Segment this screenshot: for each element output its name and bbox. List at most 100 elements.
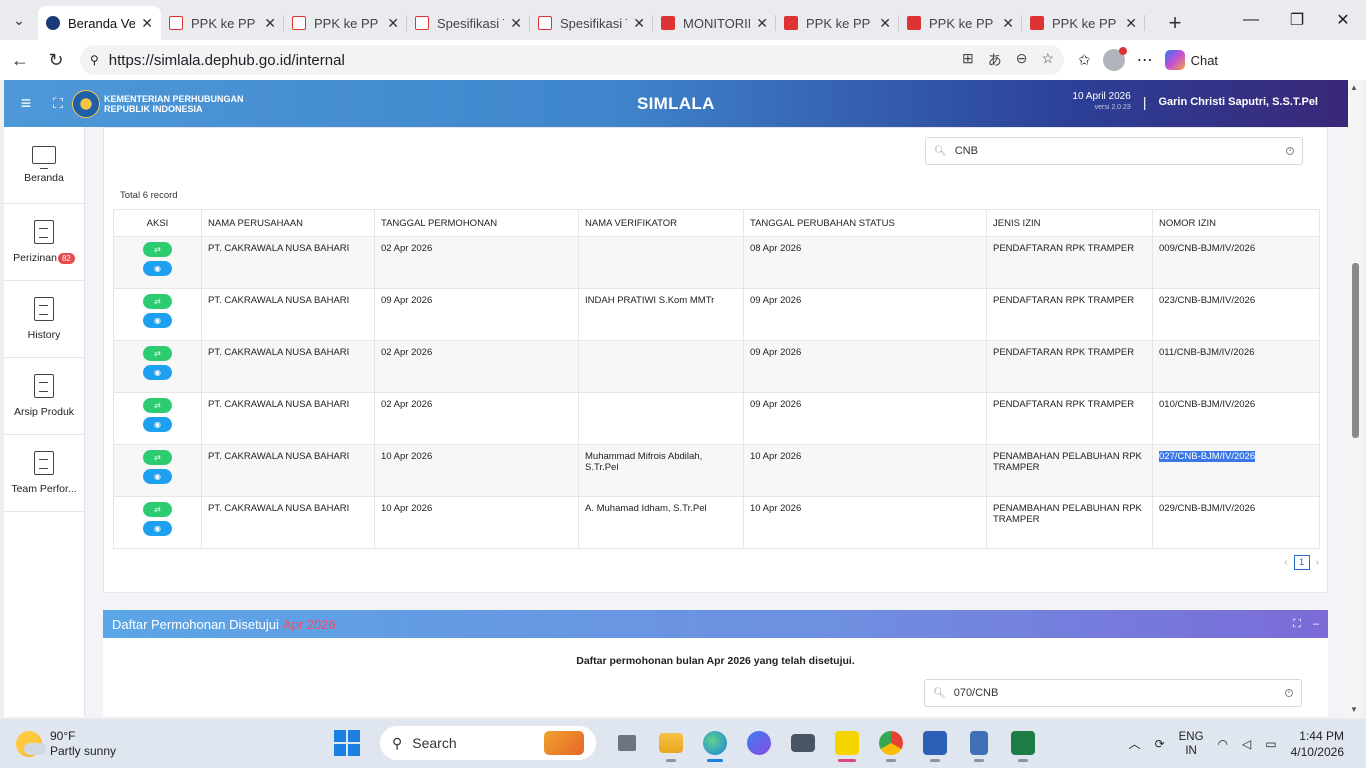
word-app[interactable] [916, 724, 954, 762]
calculator-app[interactable] [960, 724, 998, 762]
view-button[interactable]: ◉ [143, 365, 172, 380]
restore-button[interactable]: ❐ [1274, 0, 1320, 40]
taskbar-search[interactable]: ⚲ Search [380, 726, 596, 760]
current-page[interactable]: 1 [1293, 555, 1310, 570]
change-status-button[interactable]: ⇄ [143, 450, 172, 465]
volume-icon[interactable]: ◁ [1242, 737, 1251, 751]
fullscreen-button[interactable]: ⛶ [48, 95, 68, 112]
sidebar-item-arsip-produk[interactable]: Arsip Produk [4, 358, 84, 435]
user-name[interactable]: Garin Christi Saputri, S.S.T.Pel [1158, 96, 1318, 108]
wifi-icon[interactable]: ◠ [1218, 737, 1228, 751]
scrollbar-thumb[interactable] [1352, 263, 1359, 438]
edge-app[interactable] [696, 724, 734, 762]
permit-number[interactable]: 023/CNB-BJM/IV/2026 [1159, 295, 1255, 306]
view-button[interactable]: ◉ [143, 261, 172, 276]
minimize-button[interactable]: — [1228, 0, 1274, 40]
chevron-up-icon[interactable]: ︿ [1129, 735, 1141, 752]
close-tab-icon[interactable]: ✕ [1125, 15, 1137, 32]
expand-icon[interactable]: ⛶ [1293, 618, 1301, 631]
zoom-icon[interactable]: ⊖ [1016, 50, 1028, 70]
permit-number[interactable]: 029/CNB-BJM/IV/2026 [1159, 503, 1255, 514]
clear-search-icon[interactable]: × [1286, 147, 1294, 155]
browser-tab[interactable]: PPK ke PP Pelabuhan ✕ [284, 6, 407, 40]
copilot-app[interactable] [740, 724, 778, 762]
close-tab-icon[interactable]: ✕ [879, 15, 891, 32]
close-tab-icon[interactable]: ✕ [264, 15, 276, 32]
browser-tab[interactable]: PPK ke PP Pelabuhan ✕ [161, 6, 284, 40]
close-tab-icon[interactable]: ✕ [633, 15, 645, 32]
browser-tab[interactable]: PPK ke PP Pelabuhan ✕ [1022, 6, 1145, 40]
weather-widget[interactable]: 90°F Partly sunny [16, 729, 116, 759]
reload-button[interactable]: ↻ [38, 42, 74, 78]
close-window-button[interactable]: ✕ [1320, 0, 1366, 40]
view-button[interactable]: ◉ [143, 521, 172, 536]
browser-tab[interactable]: MONITORING ✕ [653, 6, 776, 40]
prev-page-icon[interactable]: ‹ [1284, 557, 1287, 568]
hamburger-menu-button[interactable]: ≡ [4, 93, 48, 114]
site-info-icon[interactable]: ⚲ [90, 53, 99, 67]
start-button[interactable] [334, 730, 360, 756]
apps-icon[interactable]: ⊞ [962, 50, 974, 70]
scroll-up-icon[interactable]: ▲ [1350, 83, 1358, 92]
language-indicator[interactable]: ENG IN [1179, 730, 1204, 758]
change-status-button[interactable]: ⇄ [143, 346, 172, 361]
close-tab-icon[interactable]: ✕ [1002, 15, 1014, 32]
change-status-button[interactable]: ⇄ [143, 398, 172, 413]
page-scrollbar[interactable]: ▲ ▼ [1348, 80, 1362, 717]
tab-actions-menu[interactable]: ⌄ [0, 0, 38, 40]
translate-icon[interactable]: あ [988, 50, 1002, 70]
new-tab-button[interactable]: + [1155, 6, 1195, 40]
url-field[interactable]: ⚲ https://simlala.dephub.go.id/internal … [80, 45, 1064, 75]
more-menu-icon[interactable]: ⋯ [1137, 50, 1153, 70]
favorite-star-icon[interactable]: ☆ [1041, 50, 1054, 70]
browser-tab[interactable]: Beranda Verifikator ✕ [38, 6, 161, 40]
sidebar-item-beranda[interactable]: Beranda [4, 127, 84, 204]
file-explorer-app[interactable] [652, 724, 690, 762]
excel-app[interactable] [1004, 724, 1042, 762]
browser-tab[interactable]: PPK ke PP Pelabuhan ✕ [899, 6, 1022, 40]
close-tab-icon[interactable]: ✕ [510, 15, 522, 32]
task-view-app[interactable] [608, 724, 646, 762]
change-status-button[interactable]: ⇄ [143, 294, 172, 309]
back-button[interactable]: ← [2, 42, 38, 78]
collapse-icon[interactable]: – [1313, 618, 1319, 631]
column-header[interactable]: NOMOR IZIN [1152, 209, 1320, 237]
camera-app[interactable] [784, 724, 822, 762]
next-page-icon[interactable]: › [1316, 557, 1319, 568]
column-header[interactable]: AKSI [113, 209, 202, 237]
column-header[interactable]: TANGGAL PERMOHONAN [374, 209, 579, 237]
view-button[interactable]: ◉ [143, 417, 172, 432]
clock[interactable]: 1:44 PM 4/10/2026 [1291, 728, 1344, 760]
change-status-button[interactable]: ⇄ [143, 242, 172, 257]
sidebar-item-history[interactable]: History [4, 281, 84, 358]
browser-tab[interactable]: PPK ke PP Pelabuhan ✕ [776, 6, 899, 40]
column-header[interactable]: NAMA PERUSAHAAN [201, 209, 375, 237]
search-input[interactable]: 🔍︎ 070/CNB × [924, 679, 1302, 707]
permit-number[interactable]: 027/CNB-BJM/IV/2026 [1159, 451, 1256, 462]
scroll-down-icon[interactable]: ▼ [1350, 705, 1358, 714]
permit-number[interactable]: 009/CNB-BJM/IV/2026 [1159, 243, 1255, 254]
close-tab-icon[interactable]: ✕ [756, 15, 768, 32]
column-header[interactable]: JENIS IZIN [986, 209, 1153, 237]
chrome-app[interactable] [872, 724, 910, 762]
column-header[interactable]: TANGGAL PERUBAHAN STATUS [743, 209, 987, 237]
favorites-icon[interactable]: ✩ [1078, 51, 1091, 69]
browser-tab[interactable]: Spesifikasi Teknis ✕ [530, 6, 653, 40]
sticky-notes-app[interactable] [828, 724, 866, 762]
clear-search-icon[interactable]: × [1285, 689, 1293, 697]
view-button[interactable]: ◉ [143, 313, 172, 328]
browser-tab[interactable]: Spesifikasi Teknis ✕ [407, 6, 530, 40]
column-header[interactable]: NAMA VERIFIKATOR [578, 209, 744, 237]
close-tab-icon[interactable]: ✕ [141, 15, 153, 32]
change-status-button[interactable]: ⇄ [143, 502, 172, 517]
copilot-chat-button[interactable]: Chat [1164, 50, 1218, 70]
view-button[interactable]: ◉ [143, 469, 172, 484]
battery-icon[interactable]: ▭ [1265, 737, 1276, 751]
permit-number[interactable]: 011/CNB-BJM/IV/2026 [1159, 347, 1254, 358]
search-input[interactable]: 🔍︎ CNB × [925, 137, 1303, 165]
sync-icon[interactable]: ⟳ [1155, 737, 1165, 751]
close-tab-icon[interactable]: ✕ [387, 15, 399, 32]
profile-avatar[interactable] [1102, 47, 1127, 71]
sidebar-item-perizinan[interactable]: Perizinan 82 [4, 204, 84, 281]
sidebar-item-team-performance[interactable]: Team Perfor... [4, 435, 84, 512]
